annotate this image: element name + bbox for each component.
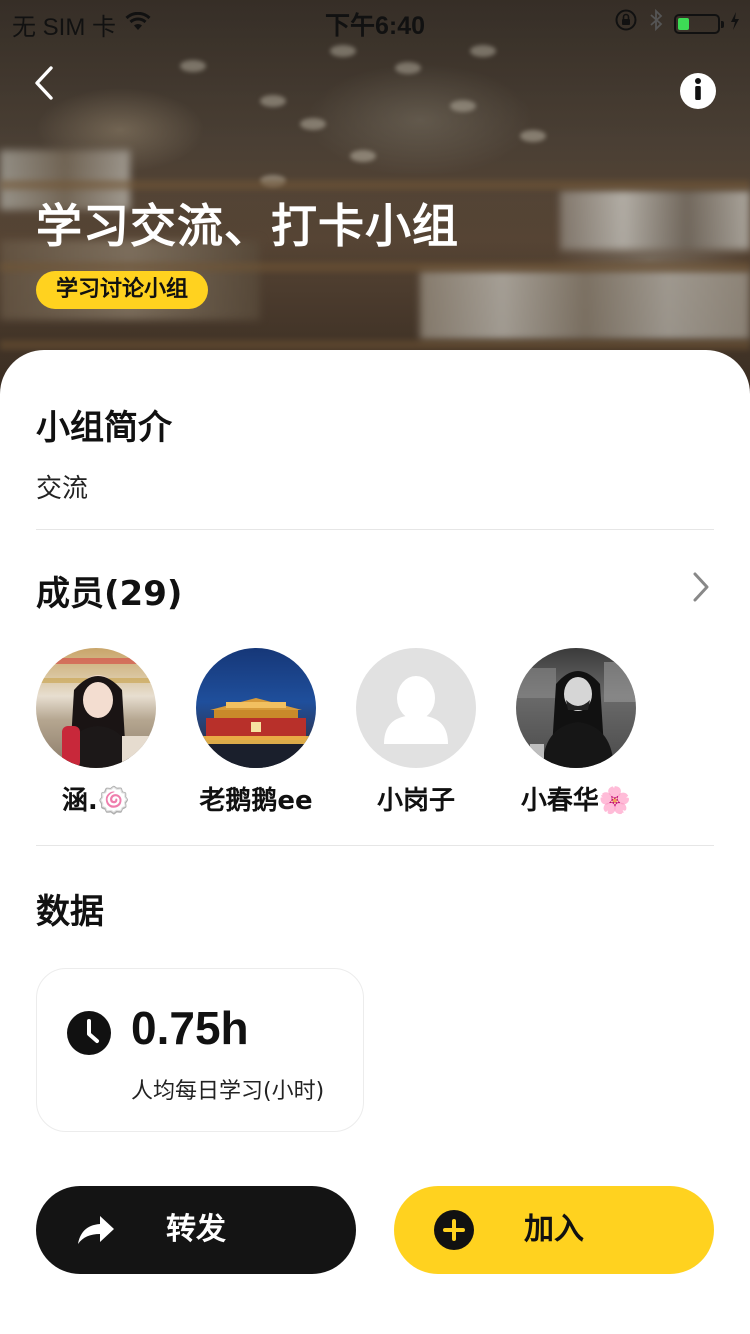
member-name: 涵.🍥	[61, 786, 131, 816]
group-category-tag: 学习讨论小组	[36, 271, 209, 309]
stat-label: 人均每日学习(小时)	[131, 1079, 325, 1104]
bluetooth-icon	[648, 8, 664, 39]
clock-icon	[67, 1011, 111, 1055]
stats-heading: 数据	[36, 892, 104, 932]
daily-study-stat-card: 0.75h 人均每日学习(小时)	[36, 968, 364, 1132]
member-name: 小岗子	[376, 786, 455, 816]
group-title: 学习交流、打卡小组	[36, 199, 459, 253]
battery-level	[678, 17, 690, 30]
intro-text: 交流	[36, 474, 89, 504]
member-avatar	[356, 648, 476, 768]
members-more-button[interactable]	[686, 572, 716, 606]
divider	[36, 529, 714, 530]
member-name: 老鹅鹅ee	[199, 786, 313, 816]
stat-value: 0.75h	[131, 1002, 249, 1054]
rotation-lock-icon	[614, 8, 638, 39]
intro-heading: 小组简介	[36, 408, 172, 448]
share-button[interactable]: 转发	[36, 1186, 356, 1274]
member-avatar	[516, 648, 636, 768]
chevron-right-icon	[691, 571, 711, 607]
charging-icon	[730, 10, 740, 38]
back-button[interactable]	[24, 62, 64, 108]
join-button[interactable]: 加入	[394, 1186, 714, 1274]
member-item[interactable]: 小岗子	[336, 648, 496, 817]
battery-icon	[674, 13, 724, 34]
member-name: 小春华🌸	[520, 786, 632, 816]
divider	[36, 845, 714, 846]
share-label: 转发	[166, 1212, 226, 1247]
member-item[interactable]: 涵.🍥	[16, 648, 176, 817]
group-info-card: 小组简介 交流 成员(29) 涵.🍥 老鹅鹅ee 小岗子 小春华🌸 数据 0.7…	[0, 350, 750, 1334]
member-avatar	[36, 648, 156, 768]
status-indicators	[614, 8, 740, 39]
member-item[interactable]: 小春华🌸	[496, 648, 656, 817]
members-heading[interactable]: 成员(29)	[36, 566, 182, 615]
chevron-left-icon	[33, 65, 55, 105]
join-label: 加入	[524, 1212, 584, 1247]
info-button[interactable]	[680, 73, 716, 109]
member-avatar	[196, 648, 316, 768]
status-bar: 无 SIM 卡 下午6:40	[0, 0, 750, 41]
member-item[interactable]: 老鹅鹅ee	[176, 648, 336, 817]
info-icon	[680, 71, 716, 111]
